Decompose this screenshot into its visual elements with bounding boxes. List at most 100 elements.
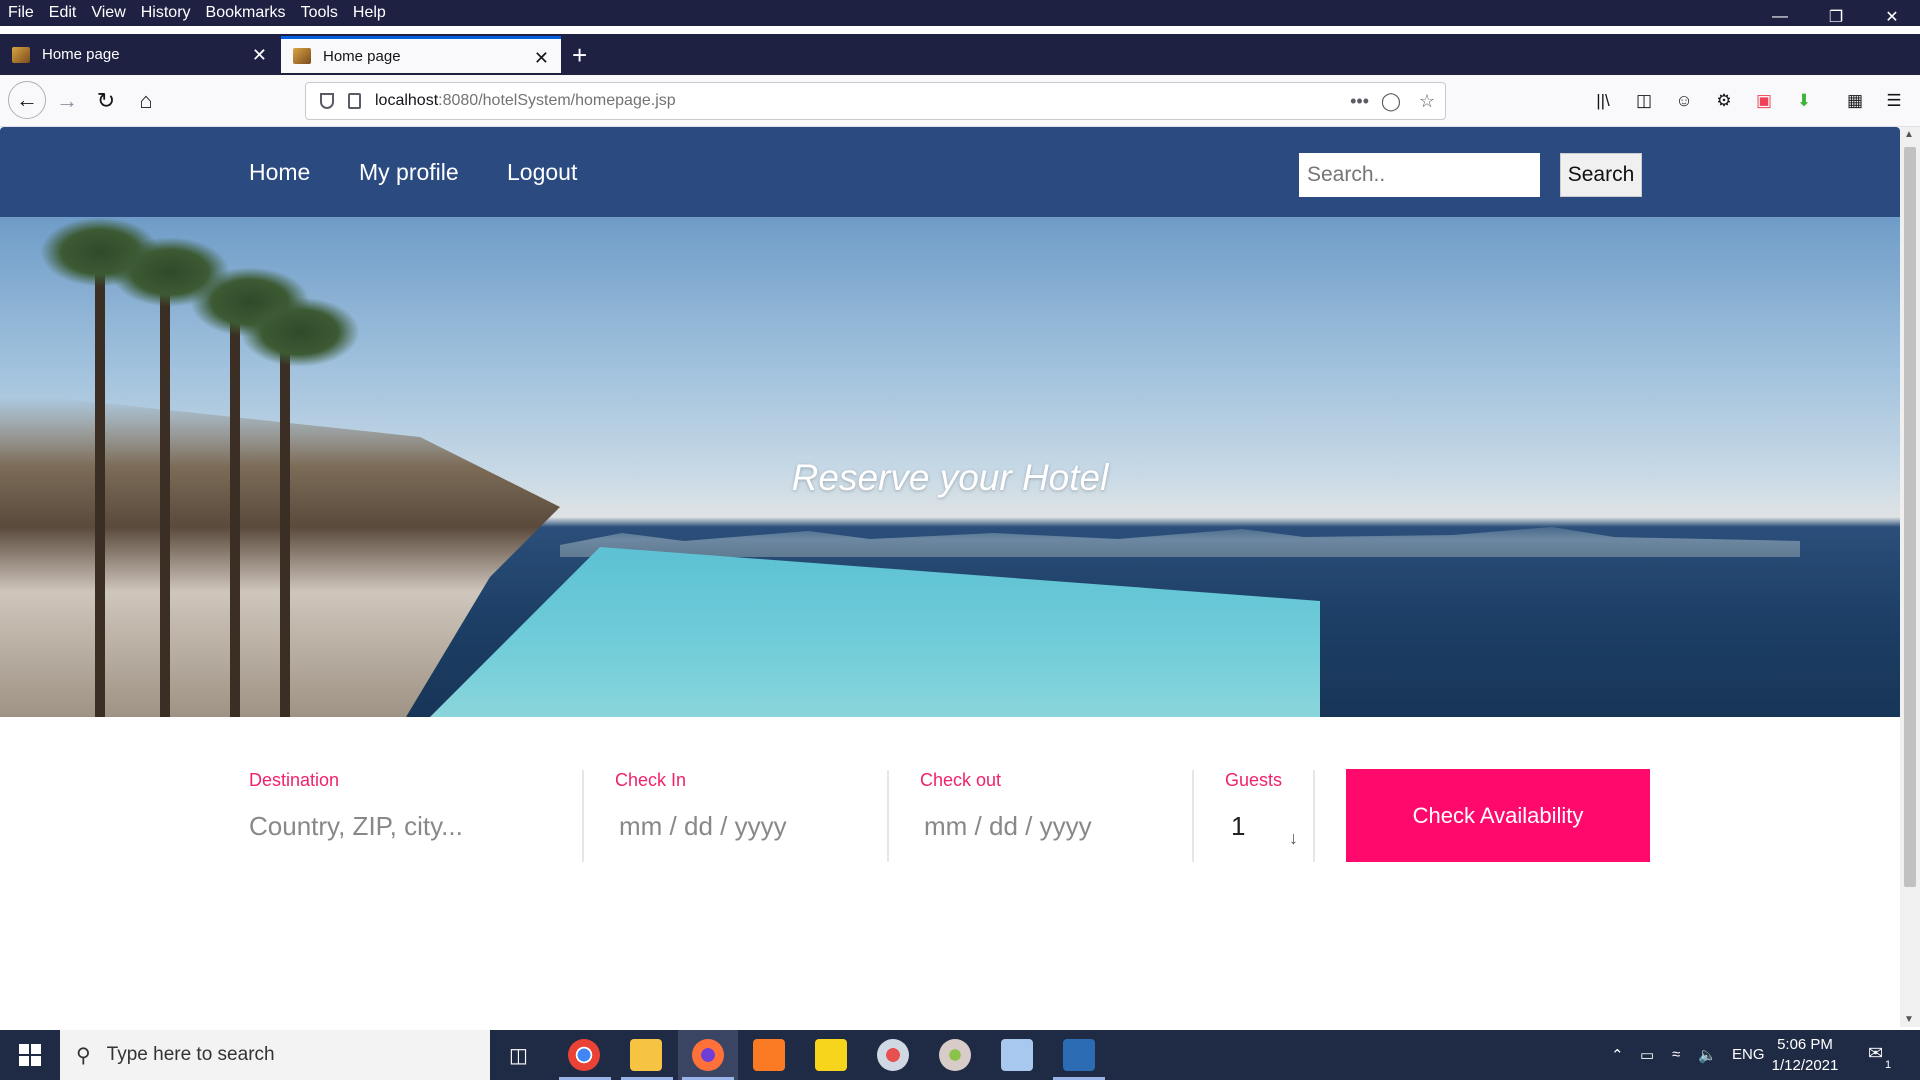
- navigation-toolbar: ← → ↻ ⌂ localhost:8080/hotelSystem/homep…: [0, 75, 1920, 127]
- snip-sketch-icon[interactable]: [877, 1039, 909, 1071]
- palm-frond: [240, 297, 360, 367]
- check-in-field[interactable]: Check In mm / dd / yyyy: [615, 770, 787, 842]
- account-icon[interactable]: ☺: [1672, 90, 1696, 112]
- destination-input[interactable]: Country, ZIP, city...: [249, 811, 463, 842]
- destination-field[interactable]: Destination Country, ZIP, city...: [249, 770, 463, 842]
- site-search-input[interactable]: [1299, 153, 1540, 197]
- wifi-icon[interactable]: ≈: [1672, 1046, 1680, 1063]
- system-clock[interactable]: 5:06 PM 1/12/2021: [1760, 1034, 1850, 1076]
- city-skyline: [560, 527, 1800, 557]
- url-host: localhost: [375, 92, 439, 109]
- page-scrollbar[interactable]: ▲ ▼: [1900, 127, 1920, 1027]
- file-explorer-icon[interactable]: [630, 1039, 662, 1071]
- clock-time: 5:06 PM: [1777, 1036, 1833, 1053]
- scrollbar-thumb[interactable]: [1904, 147, 1916, 887]
- page-info-icon[interactable]: [348, 93, 361, 109]
- tab-title: Home page: [42, 46, 120, 63]
- scroll-up-icon[interactable]: ▲: [1904, 129, 1914, 140]
- menu-view[interactable]: View: [91, 4, 125, 22]
- field-divider: [1313, 770, 1315, 862]
- menu-tools[interactable]: Tools: [301, 4, 338, 22]
- tab-home-page-2[interactable]: Home page ✕: [281, 36, 561, 73]
- chrome-icon[interactable]: [568, 1039, 600, 1071]
- 3d-viewer-icon[interactable]: [1001, 1039, 1033, 1071]
- menu-help[interactable]: Help: [353, 4, 386, 22]
- menu-bookmarks[interactable]: Bookmarks: [206, 4, 286, 22]
- nav-home-link[interactable]: Home: [249, 159, 310, 186]
- back-icon[interactable]: ←: [8, 81, 46, 119]
- mysql-workbench-icon[interactable]: [1063, 1039, 1095, 1071]
- sticky-notes-icon[interactable]: [815, 1039, 847, 1071]
- infinity-pool: [420, 547, 1320, 717]
- notification-center-icon[interactable]: ✉: [1868, 1043, 1883, 1064]
- restore-icon[interactable]: ❐: [1808, 0, 1864, 34]
- page-actions-icon[interactable]: •••: [1350, 91, 1369, 112]
- firefox-icon[interactable]: [692, 1039, 724, 1071]
- field-divider: [1192, 770, 1194, 862]
- menu-bar: File Edit View History Bookmarks Tools H…: [0, 0, 1920, 26]
- download-icon[interactable]: ⬇: [1792, 90, 1816, 112]
- tab-home-page-1[interactable]: Home page ✕: [0, 36, 279, 73]
- bookmark-star-icon[interactable]: ☆: [1419, 91, 1435, 112]
- palm-tree: [280, 327, 290, 717]
- arrow-down-icon[interactable]: ↓: [1289, 828, 1298, 849]
- home-icon[interactable]: ⌂: [129, 84, 163, 118]
- tab-title: Home page: [323, 47, 401, 65]
- check-in-label: Check In: [615, 770, 687, 790]
- site-header: Home My profile Logout Search: [0, 127, 1900, 217]
- close-tab-icon[interactable]: ✕: [252, 45, 267, 66]
- windows-taskbar: ⚲ Type here to search ◫ ⌃ ▭ ≈ 🔈 ENG 5:06…: [0, 1030, 1920, 1080]
- xampp-icon[interactable]: [753, 1039, 785, 1071]
- new-tab-icon[interactable]: +: [572, 40, 587, 71]
- check-out-label: Check out: [920, 770, 1002, 790]
- destination-label: Destination: [249, 770, 340, 790]
- start-button[interactable]: [0, 1030, 60, 1080]
- minimize-icon[interactable]: —: [1752, 0, 1808, 34]
- sidebar-icon[interactable]: ◫: [1632, 90, 1656, 112]
- check-out-date-input[interactable]: mm / dd / yyyy: [924, 811, 1092, 842]
- field-divider: [582, 770, 584, 862]
- check-out-field[interactable]: Check out mm / dd / yyyy: [920, 770, 1092, 842]
- pocket-icon[interactable]: ◯: [1381, 91, 1401, 112]
- guests-select[interactable]: 1: [1231, 811, 1282, 842]
- notification-count: 1: [1885, 1059, 1892, 1071]
- guests-label: Guests: [1225, 770, 1283, 790]
- menu-history[interactable]: History: [141, 4, 191, 22]
- show-hidden-icons-icon[interactable]: ⌃: [1611, 1046, 1624, 1064]
- menu-file[interactable]: File: [8, 4, 34, 22]
- task-view-icon[interactable]: ◫: [509, 1043, 528, 1068]
- clock-date: 1/12/2021: [1771, 1057, 1839, 1074]
- site-search-button[interactable]: Search: [1560, 153, 1642, 197]
- hero-title: Reserve your Hotel: [791, 457, 1109, 498]
- address-bar[interactable]: localhost:8080/hotelSystem/homepage.jsp …: [305, 82, 1446, 120]
- favicon-icon: [293, 48, 311, 64]
- favicon-icon: [12, 46, 30, 63]
- paint-icon[interactable]: [939, 1039, 971, 1071]
- check-in-date-input[interactable]: mm / dd / yyyy: [619, 811, 787, 842]
- vpn-icon[interactable]: ⚙: [1712, 90, 1736, 112]
- check-availability-button[interactable]: Check Availability: [1346, 769, 1650, 862]
- scroll-down-icon[interactable]: ▼: [1904, 1014, 1914, 1025]
- web-page: Home My profile Logout Search Reserve yo…: [0, 127, 1900, 1027]
- field-divider: [887, 770, 889, 862]
- battery-icon[interactable]: ▭: [1640, 1046, 1654, 1064]
- close-tab-icon[interactable]: ✕: [534, 48, 549, 69]
- window-controls: — ❐ ✕: [1752, 0, 1920, 34]
- extensions-icon[interactable]: ▦: [1843, 90, 1867, 112]
- close-window-icon[interactable]: ✕: [1864, 0, 1920, 34]
- nav-logout-link[interactable]: Logout: [507, 159, 577, 186]
- volume-icon[interactable]: 🔈: [1698, 1046, 1717, 1064]
- guests-field[interactable]: Guests 1: [1225, 770, 1282, 842]
- library-icon[interactable]: ||\: [1591, 90, 1615, 112]
- tracking-shield-icon[interactable]: [320, 93, 334, 109]
- menu-edit[interactable]: Edit: [49, 4, 77, 22]
- pocket-toolbar-icon[interactable]: ▣: [1752, 90, 1776, 112]
- taskbar-search-box[interactable]: ⚲ Type here to search: [60, 1030, 490, 1080]
- reload-icon[interactable]: ↻: [89, 84, 123, 118]
- palm-tree: [230, 297, 240, 717]
- tab-strip: Home page ✕ Home page ✕: [0, 34, 1920, 75]
- url-text[interactable]: localhost:8080/hotelSystem/homepage.jsp: [375, 92, 676, 110]
- forward-icon[interactable]: →: [50, 84, 84, 118]
- nav-my-profile-link[interactable]: My profile: [359, 159, 459, 186]
- hamburger-menu-icon[interactable]: ☰: [1882, 90, 1906, 112]
